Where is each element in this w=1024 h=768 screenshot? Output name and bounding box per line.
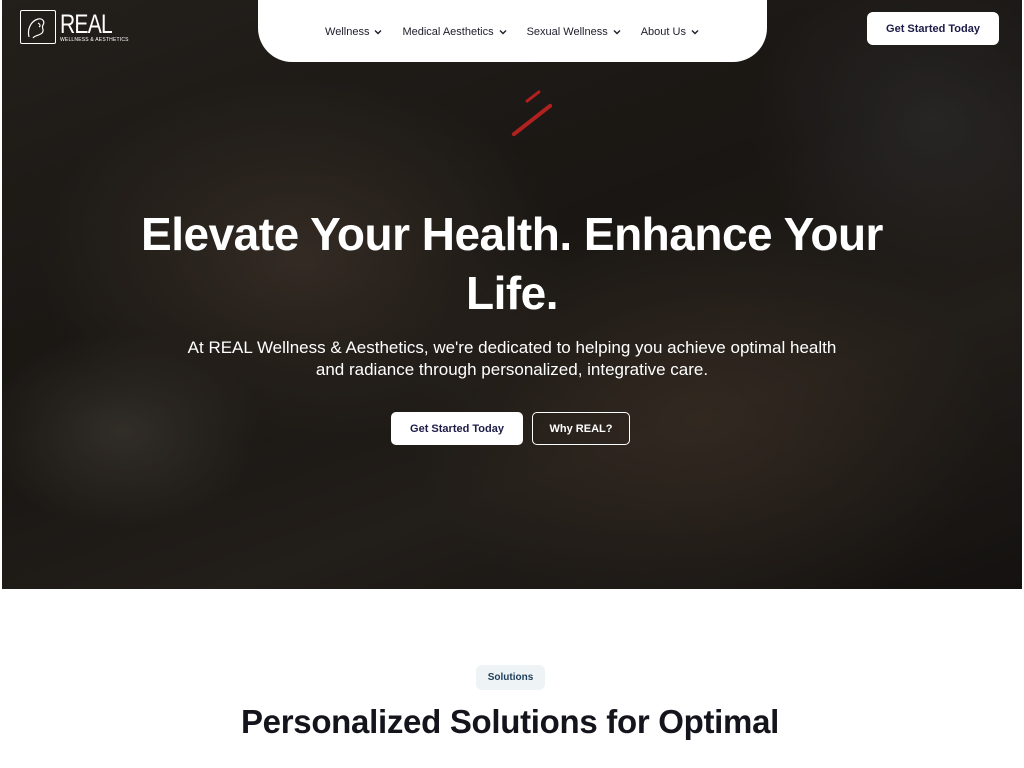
chevron-down-icon bbox=[613, 30, 621, 35]
hero-subtext: At REAL Wellness & Aesthetics, we're ded… bbox=[187, 338, 837, 379]
nav-item-medical-aesthetics[interactable]: Medical Aesthetics bbox=[402, 26, 507, 38]
hero-headline: Elevate Your Health. Enhance Your Life. bbox=[141, 208, 883, 319]
chevron-down-icon bbox=[499, 30, 507, 35]
why-real-button[interactable]: Why REAL? bbox=[532, 412, 630, 445]
chevron-down-icon bbox=[691, 30, 699, 35]
brand-logo[interactable]: REAL WELLNESS & AESTHETICS bbox=[20, 9, 129, 45]
nav-item-label: Wellness bbox=[325, 26, 370, 38]
get-started-button[interactable]: Get Started Today bbox=[391, 412, 523, 445]
logo-face-icon bbox=[20, 10, 56, 44]
nav-item-about-us[interactable]: About Us bbox=[641, 26, 700, 38]
nav-item-label: Sexual Wellness bbox=[526, 26, 608, 38]
nav-item-label: Medical Aesthetics bbox=[402, 26, 494, 38]
brand-name: REAL bbox=[60, 8, 113, 39]
solutions-badge: Solutions bbox=[476, 665, 545, 690]
nav-item-sexual-wellness[interactable]: Sexual Wellness bbox=[527, 26, 622, 38]
hero-section: Elevate Your Health. Enhance Your Life. … bbox=[2, 0, 1022, 589]
main-navigation: Wellness Medical Aesthetics Sexual Welln… bbox=[258, 0, 767, 62]
nav-item-wellness[interactable]: Wellness bbox=[325, 26, 383, 38]
solutions-title: Personalized Solutions for Optimal bbox=[240, 703, 780, 740]
header-get-started-button[interactable]: Get Started Today bbox=[867, 12, 999, 45]
chevron-down-icon bbox=[374, 30, 382, 35]
logo-text: REAL WELLNESS & AESTHETICS bbox=[60, 8, 129, 43]
nav-item-label: About Us bbox=[640, 26, 686, 38]
